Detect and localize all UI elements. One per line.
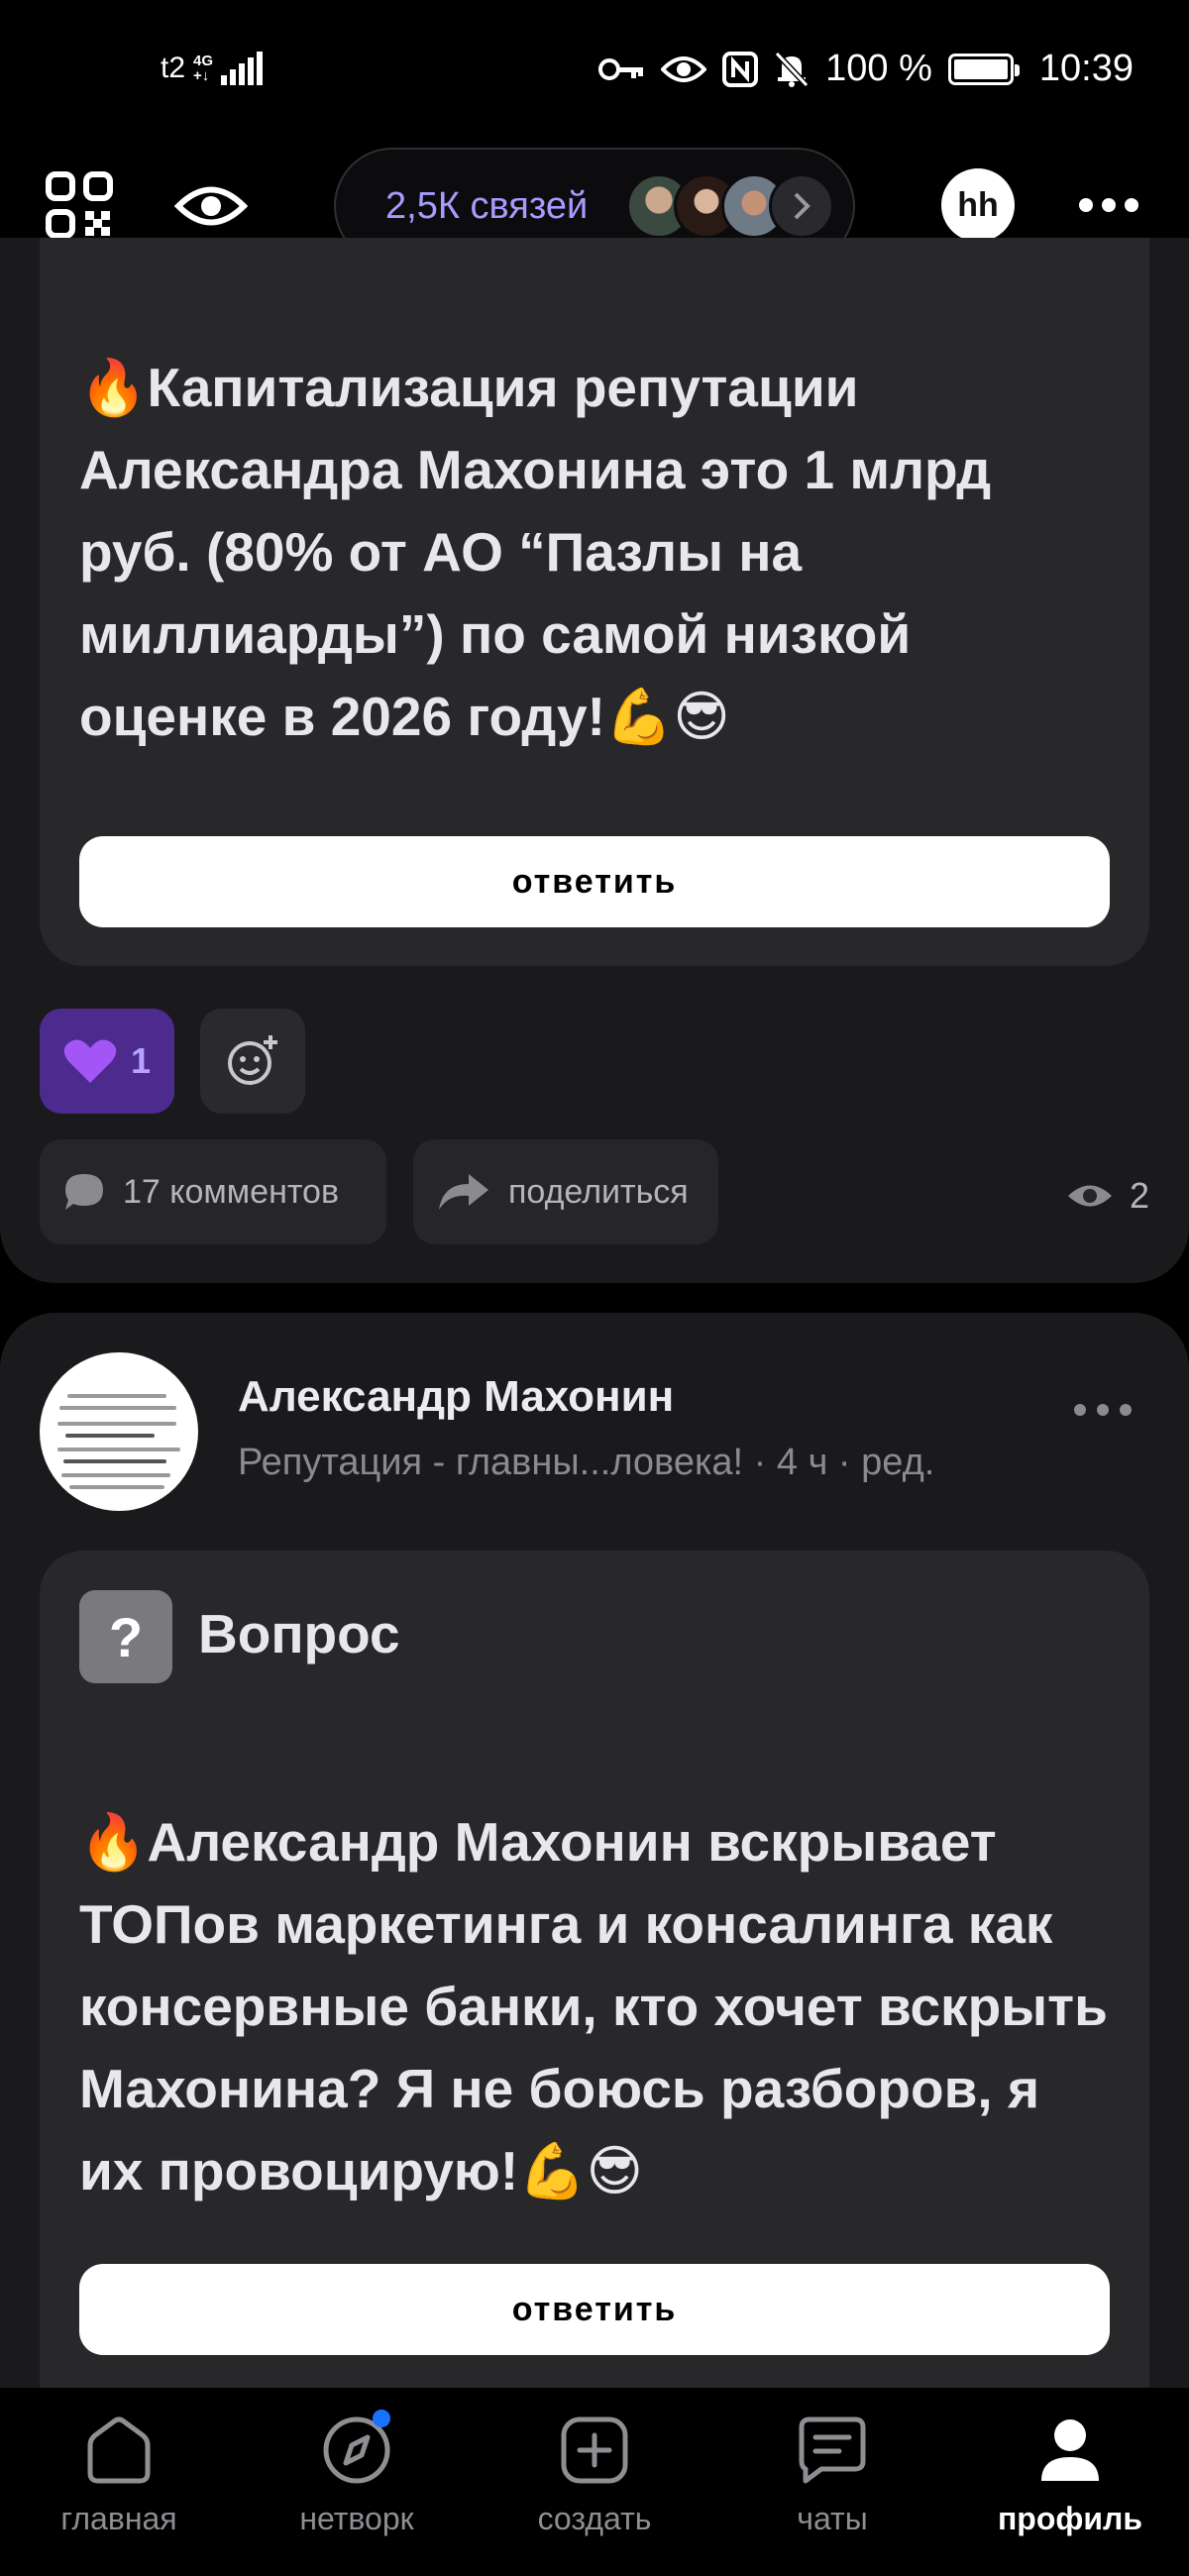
share-arrow-icon — [439, 1174, 488, 1210]
question-box: 🔥Капитализация репутации Александра Махо… — [40, 238, 1149, 966]
share-label: поделиться — [508, 1172, 689, 1211]
screen: t2 4G +↓ 100 % 10:39 2,5К связей hh 🔥Кап… — [0, 0, 1189, 2576]
connections-avatars — [626, 173, 834, 239]
chevron-right-icon — [769, 173, 834, 239]
purple-heart-icon — [63, 1039, 117, 1083]
carrier-label: t2 — [161, 52, 186, 84]
views-eye-icon — [1067, 1185, 1112, 1207]
nav-label: создать — [537, 2501, 652, 2536]
nav-create[interactable]: создать — [495, 2415, 694, 2537]
plus-square-icon — [561, 2416, 628, 2484]
qr-code-icon[interactable] — [46, 171, 113, 239]
battery-icon — [947, 53, 1020, 85]
visibility-eye-icon[interactable] — [174, 181, 248, 231]
like-count: 1 — [130, 1040, 152, 1081]
mute-bell-icon — [774, 51, 810, 87]
nav-label: профиль — [997, 2501, 1143, 2536]
add-emoji-icon — [228, 1035, 277, 1085]
more-menu-icon[interactable] — [1078, 197, 1139, 213]
status-right: 100 % 10:39 — [597, 48, 1134, 90]
like-reaction-button[interactable]: 1 — [40, 1009, 174, 1114]
clock: 10:39 — [1038, 48, 1134, 89]
nav-label: главная — [60, 2501, 177, 2536]
home-icon — [87, 2416, 151, 2484]
post-card: 🔥Капитализация репутации Александра Махо… — [0, 238, 1189, 1283]
comments-label: 17 комментов — [123, 1172, 340, 1211]
question-text: 🔥Александр Махонин вскрывает ТОПов марке… — [79, 1811, 1108, 2201]
nav-label: нетворк — [299, 2501, 414, 2536]
eye-icon — [661, 55, 707, 82]
profile-icon — [1041, 2419, 1099, 2481]
battery-percent: 100 % — [825, 48, 932, 89]
network-type: 4G +↓ — [193, 53, 214, 84]
connections-count: 2,5К связей — [385, 184, 589, 227]
notification-dot — [373, 2410, 390, 2427]
nav-label: чаты — [797, 2501, 868, 2536]
nav-chats[interactable]: чаты — [733, 2415, 931, 2537]
author-avatar[interactable] — [40, 1352, 198, 1511]
nfc-icon — [722, 51, 759, 87]
status-bar: t2 4G +↓ 100 % 10:39 — [0, 0, 1189, 144]
post-meta: Репутация - главны...ловека! · 4 ч · ред… — [238, 1442, 935, 1483]
nav-home[interactable]: главная — [20, 2415, 218, 2537]
comments-button[interactable]: 17 комментов — [40, 1139, 386, 1244]
nav-profile[interactable]: профиль — [971, 2415, 1169, 2537]
bottom-navigation: главная нетворк создать чаты профиль — [0, 2388, 1189, 2576]
question-mark-icon: ? — [79, 1590, 172, 1683]
post-options-icon[interactable] — [1072, 1402, 1134, 1418]
answer-button[interactable]: ответить — [79, 2264, 1110, 2355]
signal-icon — [221, 52, 264, 85]
status-left: t2 4G +↓ — [161, 52, 264, 85]
views-count: 2 — [1129, 1175, 1149, 1216]
key-icon — [598, 57, 644, 80]
post-card: Александр Махонин Репутация - главны...л… — [0, 1313, 1189, 2576]
chat-icon — [799, 2416, 866, 2484]
comment-bubble-icon — [65, 1174, 103, 1210]
question-text: 🔥Капитализация репутации Александра Махо… — [79, 357, 992, 747]
view-counter: 2 — [1066, 1175, 1149, 1217]
add-reaction-button[interactable] — [200, 1009, 305, 1114]
answer-button[interactable]: ответить — [79, 836, 1110, 927]
author-name[interactable]: Александр Махонин — [238, 1372, 674, 1422]
nav-network[interactable]: нетворк — [258, 2410, 456, 2537]
question-type-label: Вопрос — [198, 1603, 400, 1664]
share-button[interactable]: поделиться — [413, 1139, 718, 1244]
hh-profile-badge[interactable]: hh — [941, 168, 1015, 242]
